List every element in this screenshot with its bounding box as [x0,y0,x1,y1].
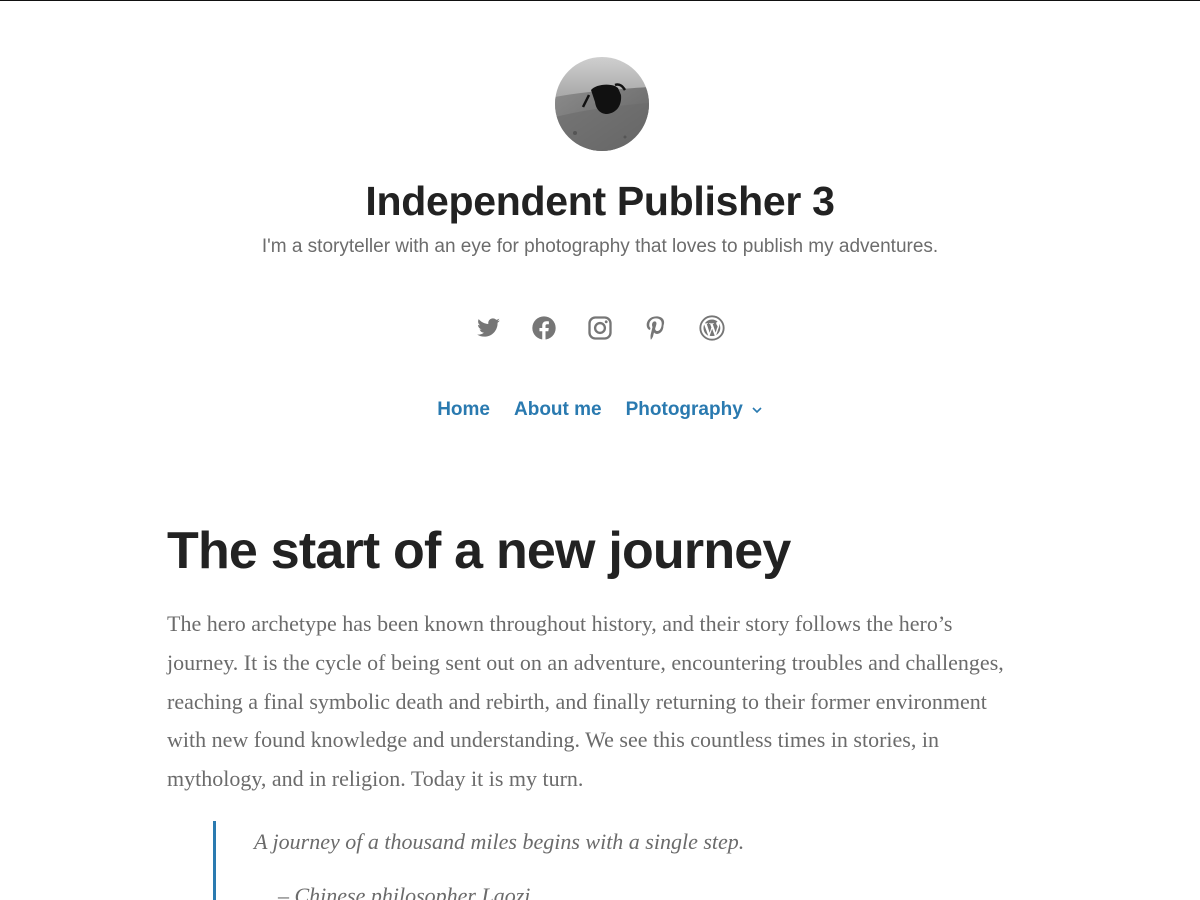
facebook-icon [532,316,556,340]
site-tagline: I'm a storyteller with an eye for photog… [261,236,939,257]
twitter-icon [477,318,500,337]
wordpress-link[interactable] [698,313,726,343]
pinterest-link[interactable] [642,313,670,343]
nav-item-photography-label: Photography [625,399,743,420]
wordpress-icon [699,315,725,341]
nav-item-about-me[interactable]: About me [514,397,602,423]
primary-menu: Home About me Photography [0,397,1200,423]
instagram-link[interactable] [586,313,614,343]
site-avatar[interactable] [555,57,649,151]
nav-item-photography[interactable]: Photography [626,397,763,423]
post-body-paragraph: The hero archetype has been known throug… [167,611,1004,792]
avatar-photo-icon [555,57,649,151]
twitter-link[interactable] [474,313,502,343]
instagram-icon [588,316,612,340]
pinterest-icon [646,316,665,340]
social-links [0,313,1200,343]
chevron-down-icon[interactable] [751,404,763,416]
quote-text: A journey of a thousand miles begins wit… [254,829,745,854]
post-blockquote: A journey of a thousand miles begins wit… [213,821,1013,900]
nav-item-home[interactable]: Home [437,397,490,423]
post-title[interactable]: The start of a new journey [167,519,1067,583]
facebook-link[interactable] [530,313,558,343]
site-title[interactable]: Independent Publisher 3 [0,176,1200,226]
quote-citation: – Chinese philosopher Laozi [278,883,531,900]
